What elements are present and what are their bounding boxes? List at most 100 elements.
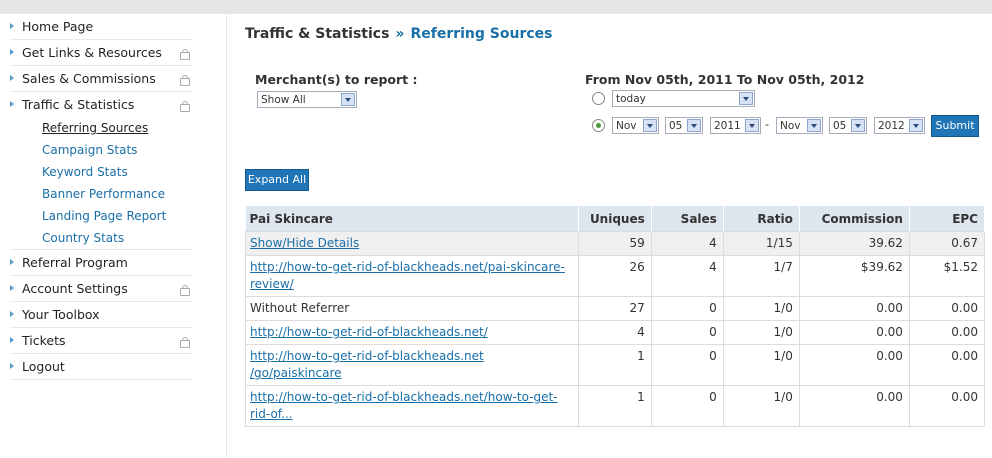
column-header-merchant: Pai Skincare <box>245 206 579 232</box>
date-range-label: From Nov 05th, 2011 To Nov 05th, 2012 <box>585 72 865 87</box>
expand-all-button[interactable]: Expand All <box>245 169 309 191</box>
referring-sources-table: Pai Skincare Uniques Sales Ratio Commiss… <box>245 206 986 427</box>
to-month-value: Nov <box>780 120 801 132</box>
custom-range-radio[interactable] <box>592 119 605 132</box>
chevron-down-icon <box>341 93 355 106</box>
uniques-cell: 1 <box>577 385 652 427</box>
arrow-right-icon <box>10 285 14 291</box>
sidebar-item-label: Logout <box>22 359 65 374</box>
show-hide-details-link[interactable]: Show/Hide Details <box>250 236 359 250</box>
sidebar-item-sales-commissions[interactable]: Sales & Commissions <box>10 66 192 92</box>
arrow-right-icon <box>10 75 14 81</box>
from-year-value: 2011 <box>714 120 741 132</box>
ratio-cell: 1/7 <box>722 255 800 297</box>
sidebar-item-label: Sales & Commissions <box>22 71 156 86</box>
source-cell: http://how-to-get-rid-of-blackheads.net/… <box>245 255 579 297</box>
date-range-dash: - <box>765 118 769 131</box>
submenu-item-campaign-stats[interactable]: Campaign Stats <box>42 139 226 161</box>
traffic-submenu: Referring Sources Campaign Stats Keyword… <box>42 117 226 249</box>
lock-icon <box>180 285 190 296</box>
chevron-down-icon <box>739 92 753 105</box>
sidebar-item-label: Get Links & Resources <box>22 45 162 60</box>
referrer-link[interactable]: http://how-to-get-rid-of-blackheads.net … <box>250 349 484 380</box>
preset-range-radio[interactable] <box>592 92 605 105</box>
sales-cell: 0 <box>650 344 724 386</box>
chevron-down-icon <box>745 119 759 132</box>
sidebar-item-logout[interactable]: Logout <box>10 354 192 380</box>
sidebar-item-traffic-statistics[interactable]: Traffic & Statistics <box>10 92 192 117</box>
to-day-value: 05 <box>833 120 847 132</box>
submenu-item-country-stats[interactable]: Country Stats <box>42 227 226 249</box>
epc-cell: 0.00 <box>908 320 986 345</box>
chevron-down-icon <box>687 119 701 132</box>
column-header-sales: Sales <box>651 206 724 232</box>
arrow-right-icon <box>10 363 14 369</box>
submenu-item-referring-sources[interactable]: Referring Sources <box>42 117 226 139</box>
source-cell: http://how-to-get-rid-of-blackheads.net/ <box>245 320 579 345</box>
epc-cell: 0.00 <box>908 344 986 386</box>
commission-cell: 0.00 <box>798 385 910 427</box>
sidebar-item-label: Home Page <box>22 19 94 34</box>
sidebar-item-your-toolbox[interactable]: Your Toolbox <box>10 302 192 328</box>
referrer-link[interactable]: http://how-to-get-rid-of-blackheads.net/… <box>250 260 565 291</box>
to-year-value: 2012 <box>878 120 905 132</box>
summary-cell: Show/Hide Details <box>245 231 579 256</box>
uniques-cell: 59 <box>577 231 652 256</box>
ratio-cell: 1/0 <box>722 296 800 321</box>
submenu-item-keyword-stats[interactable]: Keyword Stats <box>42 161 226 183</box>
sidebar-item-get-links[interactable]: Get Links & Resources <box>10 40 192 66</box>
submenu-item-landing-page-report[interactable]: Landing Page Report <box>42 205 226 227</box>
submit-button[interactable]: Submit <box>931 115 979 137</box>
sidebar-item-label: Account Settings <box>22 281 128 296</box>
commission-cell: $39.62 <box>798 255 910 297</box>
commission-cell: 0.00 <box>798 344 910 386</box>
epc-cell: 0.00 <box>908 296 986 321</box>
lock-icon <box>180 75 190 86</box>
arrow-right-icon <box>10 337 14 343</box>
to-month-select[interactable]: Nov <box>776 117 823 134</box>
ratio-cell: 1/15 <box>722 231 800 256</box>
sales-cell: 0 <box>650 385 724 427</box>
lock-icon <box>180 101 190 112</box>
to-year-select[interactable]: 2012 <box>874 117 925 134</box>
from-day-select[interactable]: 05 <box>665 117 703 134</box>
to-day-select[interactable]: 05 <box>829 117 867 134</box>
submenu-item-banner-performance[interactable]: Banner Performance <box>42 183 226 205</box>
merchant-select[interactable]: Show All <box>257 91 357 108</box>
sidebar-item-label: Referral Program <box>22 255 128 270</box>
breadcrumb-section: Traffic & Statistics <box>245 26 390 42</box>
from-month-select[interactable]: Nov <box>612 117 659 134</box>
table-row: http://how-to-get-rid-of-blackheads.net/… <box>245 320 986 345</box>
arrow-right-icon <box>10 49 14 55</box>
table-row: http://how-to-get-rid-of-blackheads.net/… <box>245 255 986 297</box>
referrer-link[interactable]: http://how-to-get-rid-of-blackheads.net/… <box>250 390 558 421</box>
chevron-down-icon <box>909 119 923 132</box>
ratio-cell: 1/0 <box>722 344 800 386</box>
preset-range-select[interactable]: today <box>612 90 755 107</box>
sales-cell: 4 <box>650 255 724 297</box>
arrow-right-icon <box>10 259 14 265</box>
commission-cell: 39.62 <box>798 231 910 256</box>
sidebar-item-referral-program[interactable]: Referral Program <box>10 249 192 276</box>
uniques-cell: 26 <box>577 255 652 297</box>
source-cell: Without Referrer <box>245 296 579 321</box>
sidebar-item-tickets[interactable]: Tickets <box>10 328 192 354</box>
lock-icon <box>180 49 190 60</box>
chevron-down-icon <box>807 119 821 132</box>
sidebar-item-label: Traffic & Statistics <box>22 97 135 112</box>
from-month-value: Nov <box>616 120 637 132</box>
table-row: Without Referrer 27 0 1/0 0.00 0.00 <box>245 296 986 321</box>
arrow-right-icon <box>10 311 14 317</box>
sidebar-item-home-page[interactable]: Home Page <box>10 14 192 40</box>
breadcrumb: Traffic & Statistics » Referring Sources <box>245 26 552 42</box>
sidebar-item-account-settings[interactable]: Account Settings <box>10 276 192 302</box>
source-cell: http://how-to-get-rid-of-blackheads.net … <box>245 344 579 386</box>
breadcrumb-separator: » <box>395 26 405 42</box>
referrer-link[interactable]: http://how-to-get-rid-of-blackheads.net/ <box>250 325 488 339</box>
sidebar-item-label: Your Toolbox <box>22 307 100 322</box>
from-year-select[interactable]: 2011 <box>710 117 761 134</box>
page-title: Referring Sources <box>410 26 553 42</box>
column-header-epc: EPC <box>909 206 986 232</box>
sales-cell: 0 <box>650 296 724 321</box>
summary-row: Show/Hide Details 59 4 1/15 39.62 0.67 <box>245 231 986 256</box>
